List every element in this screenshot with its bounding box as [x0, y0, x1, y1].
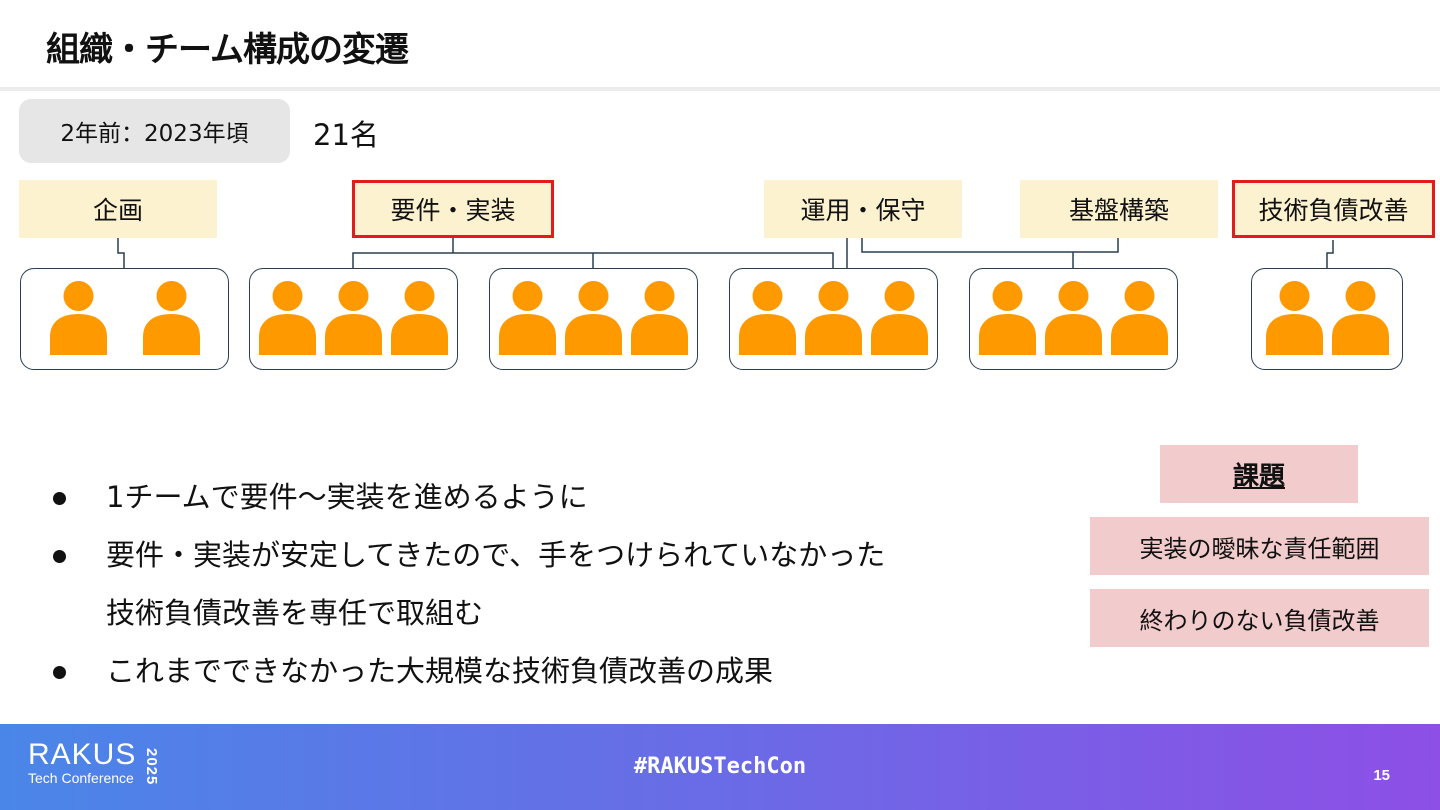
- person-icon: [325, 281, 382, 355]
- bullet-text: 要件・実装が安定してきたので、手をつけられていなかった: [106, 538, 886, 572]
- person-icon: [259, 281, 316, 355]
- bullet-item: 要件・実装が安定してきたので、手をつけられていなかった 技術負債改善を専任で取組む: [50, 526, 885, 642]
- bullet-continuation: 技術負債改善を専任で取組む: [106, 596, 484, 630]
- event-hashtag: #RAKUSTechCon: [633, 754, 807, 779]
- person-icon: [871, 281, 928, 355]
- connector-tech-debt: [1326, 240, 1334, 268]
- person-icon: [631, 281, 688, 355]
- bullet-text: 1チームで要件～実装を進めるように: [106, 480, 588, 514]
- team-5: [969, 268, 1178, 370]
- footer-bar: RAKUS Tech Conference 2025 #RAKUSTechCon…: [0, 724, 1440, 810]
- bullet-text: これまでできなかった大規模な技術負債改善の成果: [106, 654, 774, 688]
- bullet-list: 1チームで要件～実装を進めるように 要件・実装が安定してきたので、手をつけられて…: [50, 468, 885, 700]
- role-planning: 企画: [19, 180, 217, 238]
- team-2: [249, 268, 458, 370]
- bullet-item: これまでできなかった大規模な技術負債改善の成果: [50, 642, 885, 700]
- connector-planning: [117, 238, 125, 268]
- person-icon: [142, 281, 200, 355]
- team-4: [729, 268, 938, 370]
- issues-heading: 課題: [1160, 445, 1358, 503]
- connector-infra-bus: [861, 238, 1119, 253]
- issue-item: 終わりのない負債改善: [1090, 589, 1429, 647]
- role-infrastructure: 基盤構築: [1020, 180, 1218, 238]
- role-operations-maintenance: 運用・保守: [764, 180, 962, 238]
- team-1: [20, 268, 229, 370]
- bullet-item: 1チームで要件～実装を進めるように: [50, 468, 885, 526]
- person-icon: [1265, 281, 1323, 355]
- person-icon: [391, 281, 448, 355]
- person-icon: [979, 281, 1036, 355]
- page-number: 15: [1373, 767, 1390, 784]
- role-tech-debt-improvement: 技術負債改善: [1232, 180, 1435, 238]
- issue-item: 実装の曖昧な責任範囲: [1090, 517, 1429, 575]
- person-icon: [1111, 281, 1168, 355]
- person-icon: [49, 281, 107, 355]
- person-icon: [739, 281, 796, 355]
- team-3: [489, 268, 698, 370]
- person-icon: [499, 281, 556, 355]
- role-requirements-implementation: 要件・実装: [352, 180, 554, 238]
- person-icon: [565, 281, 622, 355]
- person-icon: [805, 281, 862, 355]
- team-6: [1251, 268, 1403, 370]
- person-icon: [1331, 281, 1389, 355]
- person-icon: [1045, 281, 1102, 355]
